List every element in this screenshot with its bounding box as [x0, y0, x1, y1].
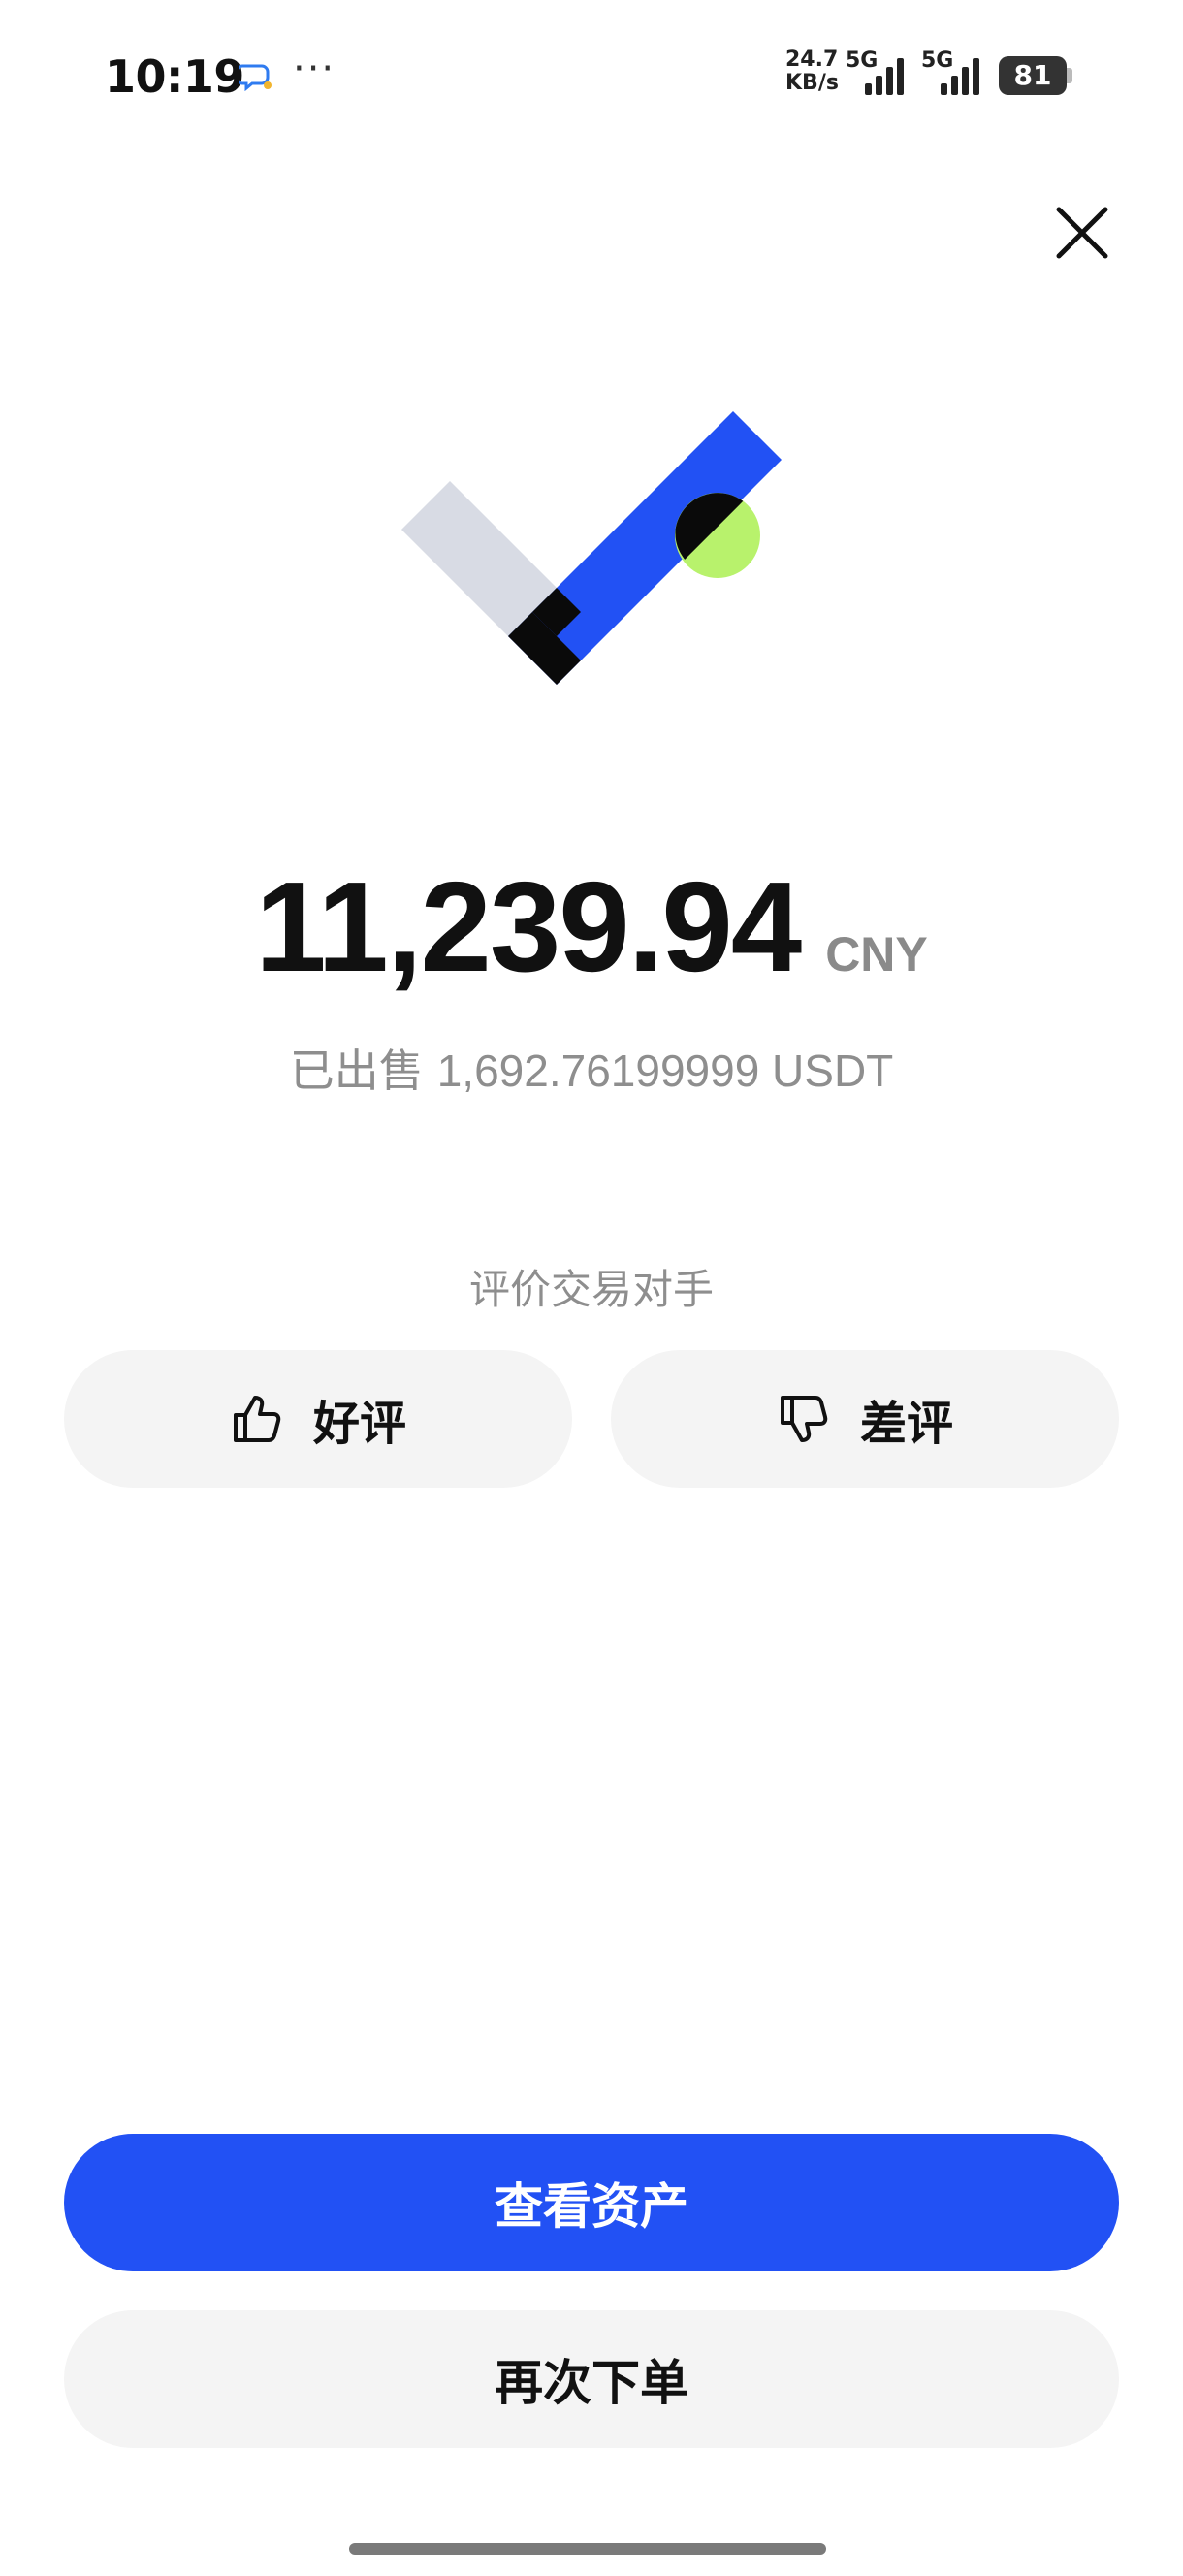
view-assets-button[interactable]: 查看资产: [64, 2134, 1119, 2271]
battery-level: 81: [999, 56, 1067, 95]
bad-review-button[interactable]: 差评: [611, 1350, 1119, 1488]
signal-bars-icon: [865, 58, 904, 95]
order-again-button[interactable]: 再次下单: [64, 2310, 1119, 2448]
status-bar: 10:19 ··· 24.7 KB/s 5G 5G 81: [0, 0, 1183, 155]
sold-prefix: 已出售: [289, 1045, 424, 1097]
success-check-graphic: [401, 411, 782, 685]
thumbs-down-icon: [780, 1396, 828, 1442]
bad-review-label: 差评: [859, 1397, 953, 1451]
amount-row: 11,239.94 CNY: [0, 853, 1183, 1000]
received-amount: 11,239.94: [255, 855, 802, 998]
net-speed-unit: KB/s: [785, 71, 839, 95]
close-icon[interactable]: [1053, 204, 1111, 262]
home-indicator[interactable]: [349, 2543, 826, 2555]
sold-summary: 已出售 1,692.76199999 USDT: [0, 1036, 1183, 1100]
battery-icon: 81: [999, 56, 1072, 95]
network-speed: 24.7 KB/s: [785, 48, 846, 95]
currency-label: CNY: [825, 927, 928, 982]
good-review-button[interactable]: 好评: [64, 1350, 572, 1488]
more-dots-icon: ···: [293, 47, 336, 91]
chat-bubble-icon: [239, 64, 272, 91]
net-speed-value: 24.7: [785, 48, 839, 72]
status-time: 10:19: [105, 50, 244, 103]
signal-bars-icon: [941, 58, 979, 95]
rate-counterparty-title: 评价交易对手: [468, 1266, 714, 1313]
good-review-label: 好评: [312, 1397, 406, 1451]
thumbs-up-icon: [233, 1396, 281, 1442]
sold-value: 1,692.76199999 USDT: [436, 1046, 894, 1096]
